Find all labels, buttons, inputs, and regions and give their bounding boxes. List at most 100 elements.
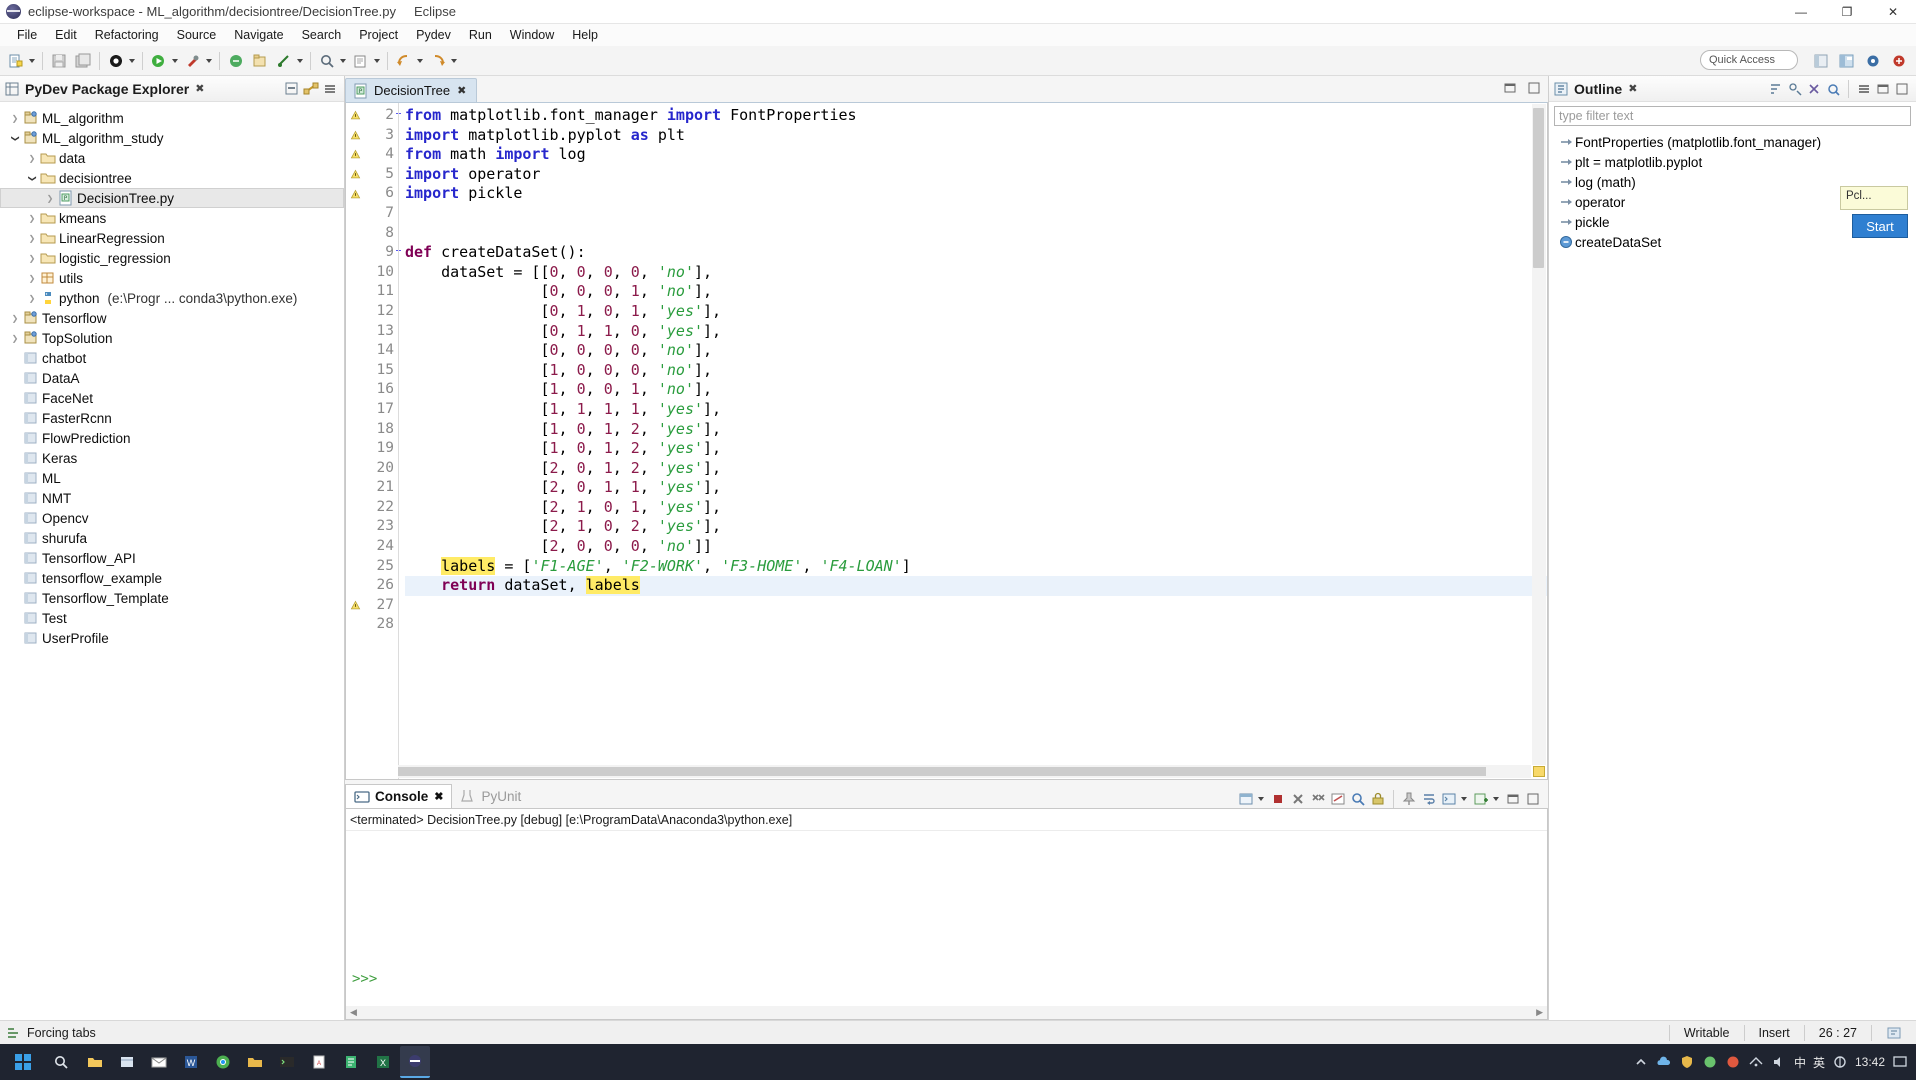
- menu-search[interactable]: Search: [293, 26, 351, 44]
- menu-source[interactable]: Source: [168, 26, 226, 44]
- console-scroll-left-icon[interactable]: ◀: [350, 1007, 357, 1018]
- sort-icon[interactable]: [1768, 81, 1784, 97]
- editor-tab-decisiontree[interactable]: P DecisionTree ✖: [345, 78, 477, 102]
- tree-item-data[interactable]: data: [0, 148, 344, 168]
- search-dropdown-arrow[interactable]: [340, 59, 346, 63]
- annotation-ruler[interactable]: [346, 103, 364, 779]
- code-line[interactable]: return dataSet, labels: [405, 576, 1547, 596]
- console-open-console-icon[interactable]: [1440, 790, 1458, 808]
- console-display-dropdown-arrow[interactable]: [1258, 797, 1264, 801]
- tree-item-decisiontree-py[interactable]: PDecisionTree.py: [0, 188, 344, 208]
- tree-item-kmeans[interactable]: kmeans: [0, 208, 344, 228]
- warning-marker-icon[interactable]: [346, 184, 364, 204]
- tree-item-nmt[interactable]: NMT: [0, 488, 344, 508]
- tree-item-ml[interactable]: ML: [0, 468, 344, 488]
- maximize-button[interactable]: ❐: [1824, 0, 1870, 24]
- taskbar-app-eclipse[interactable]: [400, 1046, 430, 1078]
- code-line[interactable]: [1, 0, 0, 1, 'no'],: [405, 380, 1547, 400]
- code-line[interactable]: labels = ['F1-AGE', 'F2-WORK', 'F3-HOME'…: [405, 557, 1547, 577]
- tray-onedrive-icon[interactable]: [1656, 1054, 1672, 1070]
- warning-marker-icon[interactable]: [346, 126, 364, 146]
- tray-ime-indicator[interactable]: 中: [1794, 1054, 1806, 1071]
- package-explorer-close-icon[interactable]: ✖: [195, 82, 204, 95]
- code-line[interactable]: import pickle: [405, 184, 1547, 204]
- search-button[interactable]: [316, 50, 338, 72]
- console-find-icon[interactable]: [1349, 790, 1367, 808]
- editor-minimize-icon[interactable]: [1502, 80, 1518, 96]
- tree-item-linearregression[interactable]: LinearRegression: [0, 228, 344, 248]
- code-line[interactable]: [0, 1, 0, 1, 'yes'],: [405, 302, 1547, 322]
- chevron-right-icon[interactable]: [25, 294, 39, 303]
- tree-item-tensorflow[interactable]: Tensorflow: [0, 308, 344, 328]
- chevron-right-icon[interactable]: [8, 114, 22, 123]
- menu-file[interactable]: File: [8, 26, 46, 44]
- run-dropdown-arrow[interactable]: [172, 59, 178, 63]
- tray-lang-indicator[interactable]: 英: [1813, 1054, 1825, 1071]
- chevron-right-icon[interactable]: [8, 314, 22, 323]
- code-line[interactable]: [2, 0, 1, 1, 'yes'],: [405, 478, 1547, 498]
- console-tab-close-icon[interactable]: ✖: [434, 790, 443, 803]
- view-menu-icon[interactable]: [322, 81, 338, 97]
- status-smart-insert-icon[interactable]: [1871, 1025, 1916, 1041]
- tree-item-tensorflow-example[interactable]: tensorflow_example: [0, 568, 344, 588]
- quick-access-input[interactable]: Quick Access: [1700, 50, 1798, 70]
- code-line[interactable]: from matplotlib.font_manager import Font…: [405, 106, 1547, 126]
- console-terminate-icon[interactable]: [1269, 790, 1287, 808]
- open-perspective-button[interactable]: [1808, 50, 1834, 72]
- tree-item-userprofile[interactable]: UserProfile: [0, 628, 344, 648]
- code-line[interactable]: [405, 224, 1547, 244]
- taskbar-search-button[interactable]: [46, 1054, 76, 1070]
- warning-marker-icon[interactable]: [346, 165, 364, 185]
- tree-item-flowprediction[interactable]: FlowPrediction: [0, 428, 344, 448]
- console-display-selected-icon[interactable]: [1237, 790, 1255, 808]
- save-button[interactable]: [48, 50, 70, 72]
- new-pydev-project-button[interactable]: [249, 50, 271, 72]
- console-horizontal-scrollbar[interactable]: ◀ ▶: [346, 1006, 1547, 1019]
- editor-vscroll-thumb[interactable]: [1533, 108, 1544, 268]
- warning-marker-icon[interactable]: [346, 106, 364, 126]
- link-with-editor-icon[interactable]: [303, 81, 319, 97]
- chevron-down-icon[interactable]: [25, 174, 39, 183]
- chevron-right-icon[interactable]: [25, 154, 39, 163]
- console-open-dropdown-arrow[interactable]: [1461, 797, 1467, 801]
- editor-vertical-scrollbar[interactable]: [1532, 104, 1546, 765]
- debug-button[interactable]: [105, 50, 127, 72]
- taskbar-app-mail[interactable]: [144, 1046, 174, 1078]
- editor-horizontal-scrollbar[interactable]: [398, 765, 1531, 778]
- tray-notifications-icon[interactable]: [1892, 1054, 1908, 1070]
- menu-edit[interactable]: Edit: [46, 26, 86, 44]
- code-line[interactable]: [405, 596, 1547, 616]
- code-line[interactable]: import operator: [405, 165, 1547, 185]
- close-button[interactable]: ✕: [1870, 0, 1916, 24]
- project-tree[interactable]: ML_algorithmML_algorithm_studydatadecisi…: [0, 102, 344, 1020]
- tray-ime-settings-icon[interactable]: [1832, 1054, 1848, 1070]
- perspective-custom-button[interactable]: [1886, 50, 1912, 72]
- console-pin-icon[interactable]: [1400, 790, 1418, 808]
- outline-list[interactable]: FontProperties (matplotlib.font_manager)…: [1549, 128, 1916, 1020]
- console-remove-all-icon[interactable]: [1309, 790, 1327, 808]
- console-word-wrap-icon[interactable]: [1420, 790, 1438, 808]
- editor-tab-close-icon[interactable]: ✖: [457, 84, 466, 97]
- link-outline-icon[interactable]: [1825, 81, 1841, 97]
- chevron-right-icon[interactable]: [25, 214, 39, 223]
- code-line[interactable]: [1, 1, 1, 1, 'yes'],: [405, 400, 1547, 420]
- code-editor[interactable]: 2345678910111213141516171819202122232425…: [345, 102, 1548, 780]
- tray-antivirus-icon[interactable]: [1725, 1054, 1741, 1070]
- taskbar-app-terminal[interactable]: [272, 1046, 302, 1078]
- tree-item-tensorflow-api[interactable]: Tensorflow_API: [0, 548, 344, 568]
- collapse-all-icon[interactable]: [284, 81, 300, 97]
- tree-item-facenet[interactable]: FaceNet: [0, 388, 344, 408]
- taskbar-app-store[interactable]: [112, 1046, 142, 1078]
- tree-item-logistic-regression[interactable]: logistic_regression: [0, 248, 344, 268]
- tray-volume-icon[interactable]: [1771, 1054, 1787, 1070]
- code-line[interactable]: [1, 0, 1, 2, 'yes'],: [405, 420, 1547, 440]
- debug-dropdown-arrow[interactable]: [129, 59, 135, 63]
- minimize-button[interactable]: —: [1778, 0, 1824, 24]
- save-all-button[interactable]: [72, 50, 94, 72]
- pydev-dropdown-arrow[interactable]: [297, 59, 303, 63]
- console-new-dropdown-arrow[interactable]: [1493, 797, 1499, 801]
- outline-maximize-icon[interactable]: [1894, 81, 1910, 97]
- open-type-button[interactable]: [350, 50, 372, 72]
- code-line[interactable]: [2, 1, 0, 2, 'yes'],: [405, 517, 1547, 537]
- run-external-tools-button[interactable]: [182, 50, 204, 72]
